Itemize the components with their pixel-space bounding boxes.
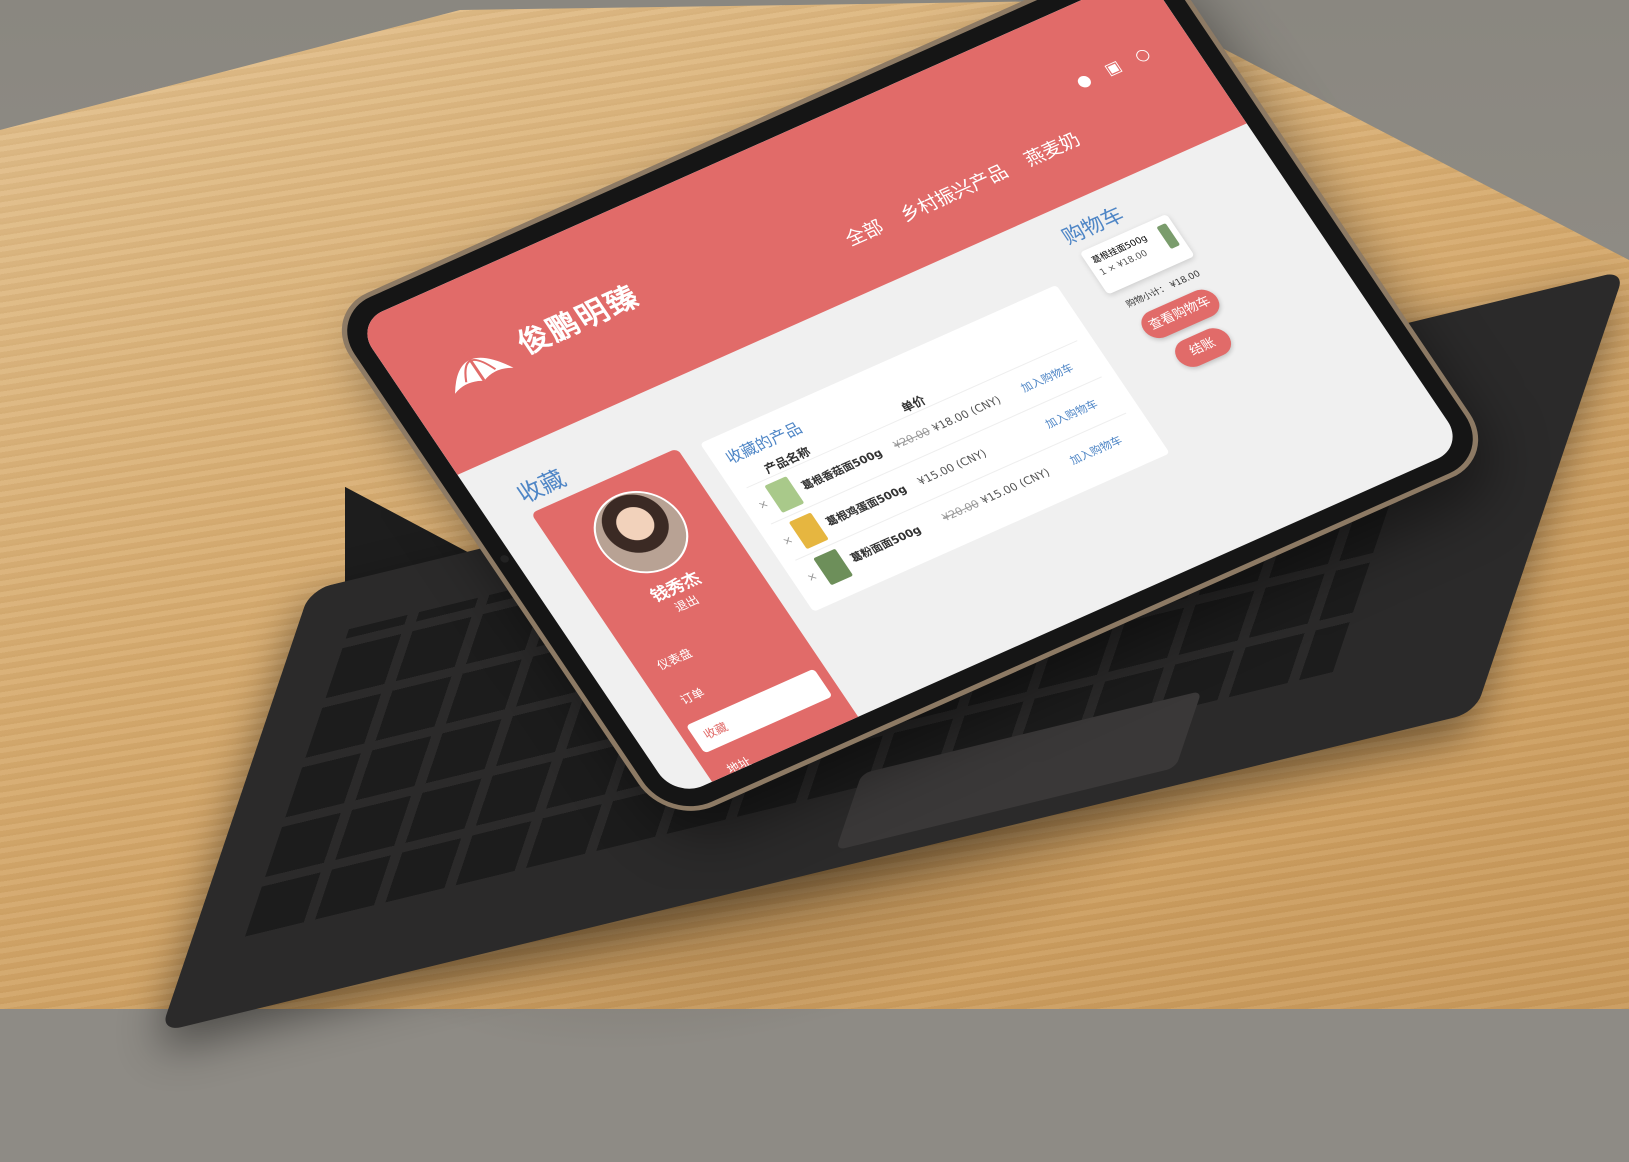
nav-item-rural[interactable]: 乡村振兴产品 [894, 158, 1013, 227]
search-icon[interactable]: ○ [1129, 44, 1156, 66]
camera-dot [498, 553, 511, 564]
old-price: ¥20.00 [890, 424, 933, 452]
nav-item-all[interactable]: 全部 [839, 213, 889, 251]
umbrella-logo-icon [423, 324, 523, 404]
old-price: ¥20.00 [939, 497, 982, 524]
brand-name: 俊鹏明臻 [510, 279, 648, 362]
nav-item-oatmilk[interactable]: 燕麦奶 [1018, 126, 1085, 172]
cart-icon[interactable]: ▣ [1100, 56, 1127, 79]
add-to-cart-link[interactable]: 加入购物车 [1066, 432, 1125, 468]
header-icons: ● ▣ ○ [1071, 44, 1156, 93]
brand-logo[interactable]: 俊鹏明臻 [423, 266, 653, 404]
main-nav: 全部 乡村振兴产品 燕麦奶 [839, 126, 1086, 252]
user-icon[interactable]: ● [1071, 70, 1098, 92]
